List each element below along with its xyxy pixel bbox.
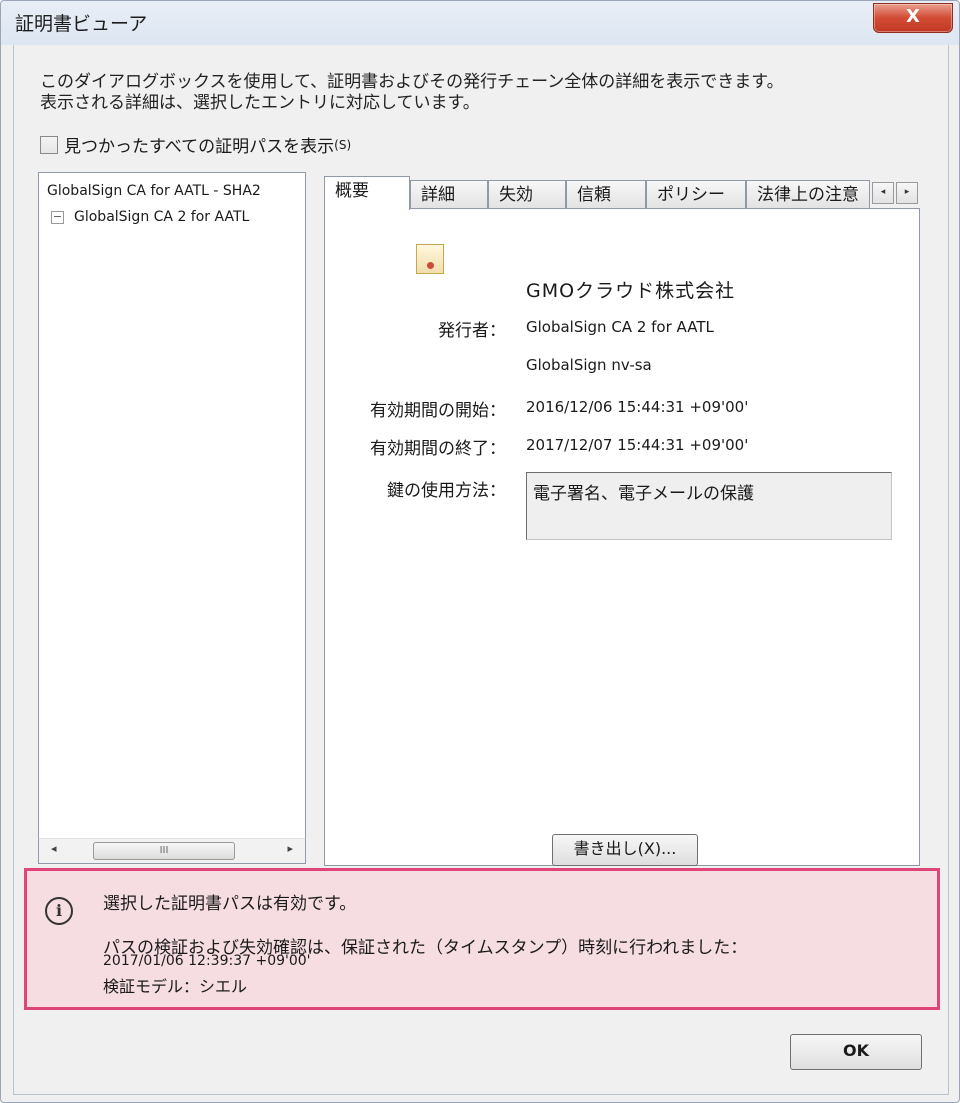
valid-to-label: 有効期間の終了： (370, 439, 506, 459)
status-title: 選択した証明書パスは有効です。 (103, 894, 357, 914)
valid-from-value: 2016/12/06 15:44:31 +09'00' (526, 398, 749, 416)
tree-horizontal-scrollbar[interactable]: ◂ III ▸ (38, 838, 306, 864)
tree-item-issuer-cert[interactable]: − GlobalSign CA 2 for AATL (51, 209, 249, 225)
dialog-description: このダイアログボックスを使用して、証明書およびその発行チェーン全体の詳細を表示で… (40, 72, 930, 114)
key-usage-field[interactable]: 電子署名、電子メールの保護 (526, 472, 892, 540)
tab-summary[interactable]: 概要 (324, 176, 410, 210)
show-all-paths-option[interactable]: 見つかったすべての証明パスを表示 (S) (40, 132, 351, 157)
ok-button[interactable]: OK (790, 1034, 922, 1070)
certificate-subject: GMOクラウド株式会社 (526, 280, 736, 302)
certificate-icon (416, 244, 444, 274)
tab-revocation[interactable]: 失効 (488, 180, 566, 208)
valid-to-value: 2017/12/07 15:44:31 +09'00' (526, 436, 749, 454)
tab-scroll-right-icon[interactable]: ▸ (896, 182, 918, 204)
path-validation-status: i 選択した証明書パスは有効です。 パスの検証および失効確認は、保証された（タイ… (24, 868, 940, 1010)
export-button[interactable]: 書き出し(X)... (552, 834, 698, 866)
status-detail-timestamp: 2017/01/06 12:39:37 +09'00' (103, 953, 311, 969)
tab-legal-notice[interactable]: 法律上の注意 (746, 180, 870, 208)
tab-strip: 概要 詳細 失効 信頼 ポリシー 法律上の注意 ◂ ▸ (324, 176, 920, 210)
tab-trust[interactable]: 信頼 (566, 180, 646, 208)
show-all-paths-accesskey: (S) (334, 137, 352, 152)
show-all-paths-label: 見つかったすべての証明パスを表示 (64, 137, 335, 157)
scroll-right-icon[interactable]: ▸ (287, 842, 293, 855)
tab-policy[interactable]: ポリシー (646, 180, 746, 208)
issuer-label: 発行者： (438, 321, 506, 341)
certificate-path-tree[interactable]: GlobalSign CA for AATL - SHA2 − GlobalSi… (38, 172, 306, 864)
issuer-value: GlobalSign CA 2 for AATL (526, 318, 714, 336)
tab-scroll-left-icon[interactable]: ◂ (872, 182, 894, 204)
issuer-organization: GlobalSign nv-sa (526, 356, 652, 374)
status-detail-model: 検証モデル：シエル (103, 977, 248, 996)
close-icon: X (906, 6, 920, 27)
show-all-paths-checkbox[interactable] (40, 135, 58, 154)
key-usage-label: 鍵の使用方法： (387, 481, 506, 501)
close-button[interactable]: X (873, 3, 953, 33)
tab-details[interactable]: 詳細 (410, 180, 488, 208)
description-line-2: 表示される詳細は、選択したエントリに対応しています。 (40, 93, 480, 113)
valid-from-label: 有効期間の開始： (370, 401, 506, 421)
scroll-left-icon[interactable]: ◂ (51, 842, 57, 855)
tree-item-root-cert[interactable]: GlobalSign CA for AATL - SHA2 (47, 183, 261, 199)
window-title: 証明書ビューア (15, 13, 148, 35)
description-line-1: このダイアログボックスを使用して、証明書およびその発行チェーン全体の詳細を表示で… (40, 72, 784, 92)
tree-item-issuer-label: GlobalSign CA 2 for AATL (74, 209, 250, 225)
scrollbar-thumb[interactable]: III (93, 842, 235, 860)
info-icon: i (45, 897, 73, 925)
collapse-icon[interactable]: − (51, 210, 64, 224)
